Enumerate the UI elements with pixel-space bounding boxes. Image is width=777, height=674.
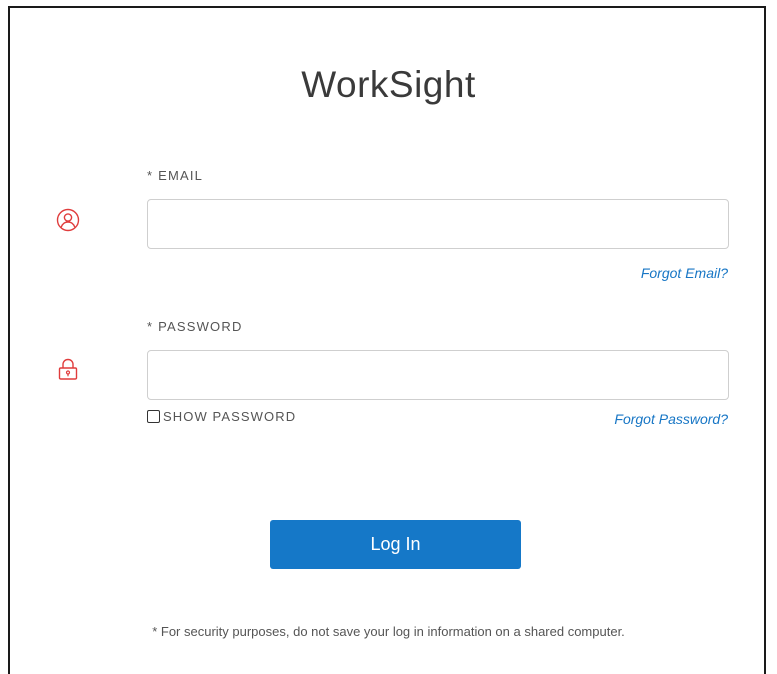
user-icon: [56, 208, 80, 232]
show-password-checkbox[interactable]: [147, 410, 160, 423]
security-note: * For security purposes, do not save you…: [152, 624, 625, 639]
email-label: * EMAIL: [147, 168, 204, 183]
login-frame: [8, 6, 766, 674]
email-input[interactable]: [147, 199, 729, 249]
password-input[interactable]: [147, 350, 729, 400]
show-password-toggle[interactable]: SHOW PASSWORD: [147, 409, 296, 424]
password-label: * PASSWORD: [147, 319, 243, 334]
forgot-email-link[interactable]: Forgot Email?: [641, 265, 728, 281]
show-password-label: SHOW PASSWORD: [163, 409, 297, 424]
forgot-password-link[interactable]: Forgot Password?: [614, 411, 728, 427]
login-button[interactable]: Log In: [270, 520, 521, 569]
app-title: WorkSight: [301, 64, 476, 105]
lock-icon: [58, 358, 78, 380]
